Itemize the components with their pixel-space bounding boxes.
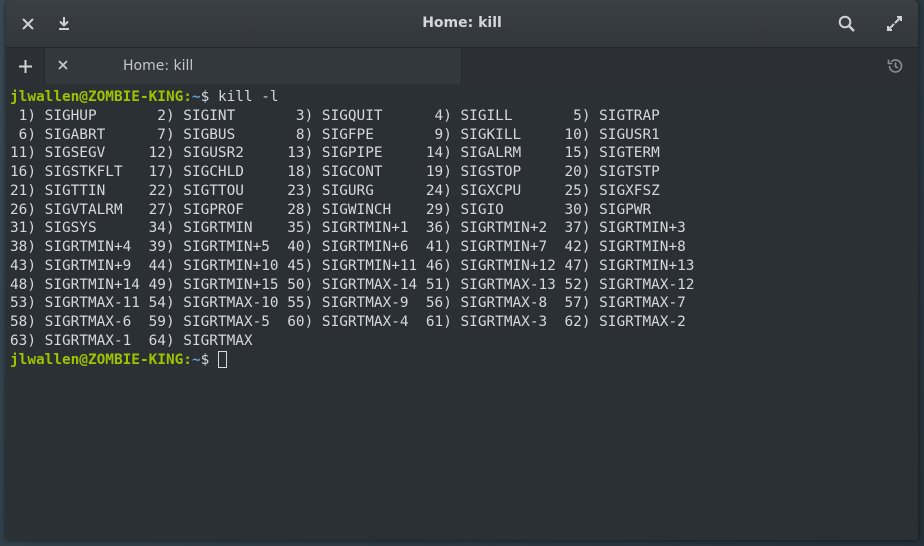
prompt-symbol: $ [200,89,218,105]
output-line: 6) SIGABRT 7) SIGBUS 8) SIGFPE 9) SIGKIL… [10,126,660,143]
tab-label: Home: kill [123,58,194,74]
output-line: 48) SIGRTMIN+14 49) SIGRTMIN+15 50) SIGR… [10,276,695,293]
output-line: 31) SIGSYS 34) SIGRTMIN 35) SIGRTMIN+1 3… [10,220,686,237]
tab-bar: Home: kill [6,47,918,85]
command-text: kill -l [217,89,279,105]
window-title: Home: kill [422,15,502,31]
output-line: 43) SIGRTMIN+9 44) SIGRTMIN+10 45) SIGRT… [10,257,695,274]
prompt-separator: : [183,351,192,368]
terminal-window: Home: kill Home: kill jlwallen@ZOMBIE-KI… [6,0,918,540]
download-icon[interactable] [44,0,84,47]
prompt-separator: : [183,89,192,105]
terminal-output[interactable]: jlwallen@ZOMBIE-KING:~$ kill -l 1) SIGHU… [6,84,918,540]
output-line: 16) SIGSTKFLT 17) SIGCHLD 18) SIGCONT 19… [10,164,660,180]
history-icon[interactable] [880,48,910,84]
output-line: 63) SIGRTMAX-1 64) SIGRTMAX [10,332,253,349]
output-line: 1) SIGHUP 2) SIGINT 3) SIGQUIT 4) SIGILL… [10,107,660,124]
prompt-symbol: $ [200,351,218,368]
output-line: 58) SIGRTMAX-6 59) SIGRTMAX-5 60) SIGRTM… [10,314,686,330]
search-icon[interactable] [826,0,866,47]
output-line: 11) SIGSEGV 12) SIGUSR2 13) SIGPIPE 14) … [10,145,660,162]
text-cursor [217,350,227,368]
prompt-user: jlwallen@ZOMBIE-KING [10,89,184,105]
close-icon[interactable] [53,48,73,84]
maximize-icon[interactable] [874,0,914,47]
command-line: jlwallen@ZOMBIE-KING:~$ kill -l [10,88,918,107]
prompt-user: jlwallen@ZOMBIE-KING [10,351,184,368]
output-line: 53) SIGRTMAX-11 54) SIGRTMAX-10 55) SIGR… [10,295,686,312]
close-icon[interactable] [8,0,48,47]
current-prompt-line[interactable]: jlwallen@ZOMBIE-KING:~$ [10,350,918,370]
output-line: 38) SIGRTMIN+4 39) SIGRTMIN+5 40) SIGRTM… [10,239,686,255]
tab-home-kill[interactable]: Home: kill [44,48,462,84]
title-bar: Home: kill [6,0,918,47]
prompt-path: ~ [191,351,201,368]
output-line: 21) SIGTTIN 22) SIGTTOU 23) SIGURG 24) S… [10,182,660,199]
plus-icon[interactable] [6,48,44,84]
output-line: 26) SIGVTALRM 27) SIGPROF 28) SIGWINCH 2… [10,201,652,218]
prompt-path: ~ [191,89,201,105]
